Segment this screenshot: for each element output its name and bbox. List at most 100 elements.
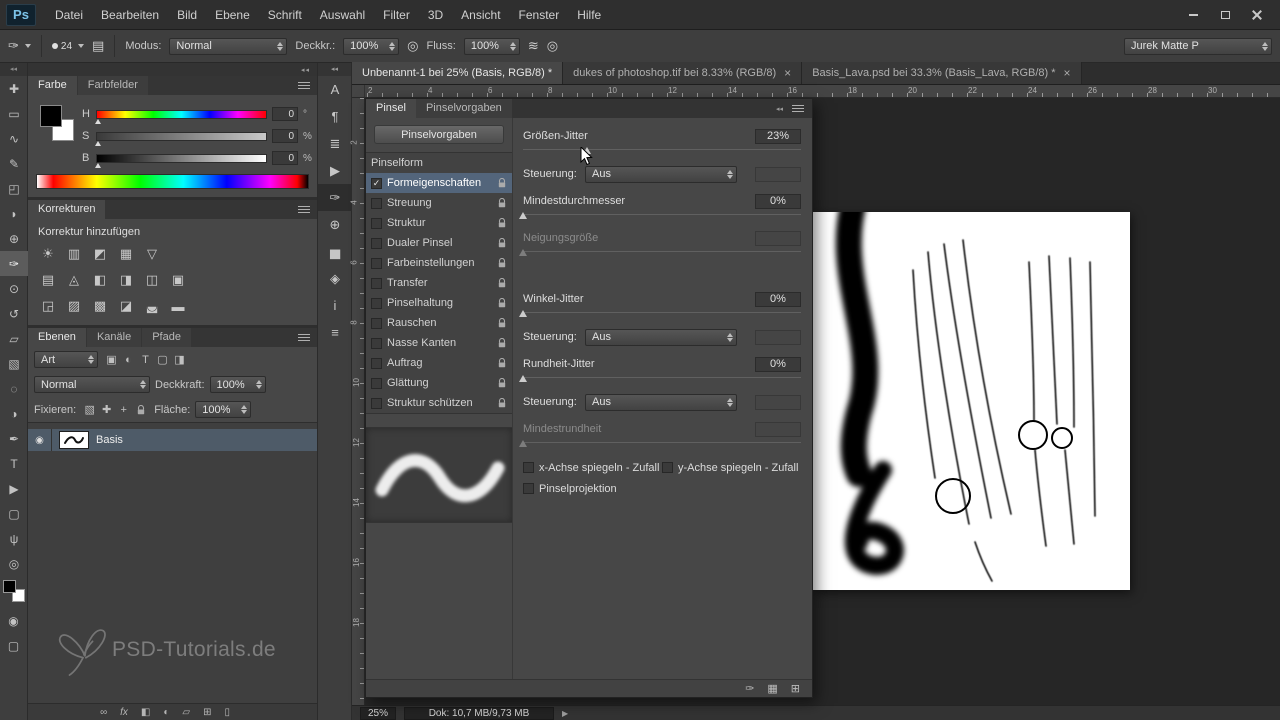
ruler-h[interactable]: 2 4 6 8 10 12 14 16 18 20 22 24 26 28 30: [352, 85, 1280, 98]
pen-tool[interactable]: ✒: [0, 426, 28, 451]
filter-smart-objects-icon[interactable]: ◨: [171, 352, 188, 368]
checkbox-y-achse-spiegeln-zufall[interactable]: [662, 462, 673, 473]
checkbox-x-achse-spiegeln-zufall[interactable]: [523, 462, 534, 473]
param-value-mindestdurchmesser[interactable]: 0%: [755, 193, 801, 209]
lock-icon[interactable]: [498, 378, 506, 388]
brush-list-item-pinselhaltung[interactable]: Pinselhaltung: [366, 293, 512, 313]
mode-select[interactable]: Normal: [169, 37, 288, 55]
param-value-winkel-jitter[interactable]: 0%: [755, 291, 801, 307]
ruler-v[interactable]: 2 4 6 8 10 12 14 16 18: [350, 98, 365, 705]
tablet-size-icon[interactable]: ◎: [547, 38, 558, 54]
checkbox-struktur[interactable]: [371, 217, 382, 229]
layer-visibility-toggle[interactable]: ◉: [28, 429, 52, 451]
brush-stroke-preview-icon[interactable]: ✑: [745, 682, 754, 695]
properties-panel-icon[interactable]: ≡: [318, 319, 352, 346]
brush-list-item-pinselform[interactable]: Pinselform: [366, 153, 512, 173]
tool-preset-picker[interactable]: ✑: [8, 38, 31, 54]
lock-icon[interactable]: [498, 218, 506, 228]
opacity-select[interactable]: 100%: [343, 37, 400, 55]
param-value-größen-jitter[interactable]: 23%: [755, 128, 801, 144]
channel-mixer-icon[interactable]: ◫: [140, 269, 164, 291]
layer-fill-select[interactable]: 100%: [195, 401, 252, 418]
slider-thumb[interactable]: [519, 249, 527, 256]
brush-list-item-transfer[interactable]: Transfer: [366, 273, 512, 293]
tab-korrekturen[interactable]: Korrekturen: [28, 200, 106, 219]
character-styles-panel-icon[interactable]: ≣: [318, 130, 352, 157]
tab-farbe[interactable]: Farbe: [28, 76, 77, 95]
document-tab-2[interactable]: dukes of photoshop.tif bei 8.33% (RGB/8)…: [563, 62, 803, 84]
new-brush-icon[interactable]: ⊞: [791, 682, 800, 695]
delete-layer-icon[interactable]: ▯: [225, 707, 231, 718]
checkbox-farbeinstellungen[interactable]: [371, 257, 382, 269]
color-slider-track[interactable]: [95, 131, 267, 146]
vibrance-icon[interactable]: ▽: [140, 243, 164, 265]
checkbox-dualer-pinsel[interactable]: [371, 237, 382, 249]
black-white-icon[interactable]: ◧: [88, 269, 112, 291]
status-expand-icon[interactable]: ▶: [562, 709, 568, 718]
checkbox-glättung[interactable]: [371, 377, 382, 389]
param-value-neigungsgröße[interactable]: [755, 230, 801, 246]
menu-item-fenster[interactable]: Fenster: [510, 0, 569, 30]
layer-thumbnail[interactable]: [59, 431, 89, 449]
brush-panel-icon[interactable]: ✑: [318, 184, 352, 211]
panel-menu-icon[interactable]: [298, 334, 310, 342]
slider-thumb[interactable]: [519, 310, 527, 317]
gradient-map-icon[interactable]: ◪: [114, 295, 138, 317]
screen-mode-button[interactable]: ▢: [0, 633, 28, 658]
slider-neigungsgröße[interactable]: [519, 246, 801, 259]
menu-item-ansicht[interactable]: Ansicht: [452, 0, 509, 30]
menu-item-3d[interactable]: 3D: [419, 0, 452, 30]
tab-close-icon[interactable]: ×: [784, 66, 791, 80]
slider-thumb[interactable]: [519, 440, 527, 447]
tablet-opacity-icon[interactable]: ◎: [407, 38, 418, 54]
eyedropper-tool[interactable]: ◗: [0, 201, 28, 226]
slider-thumb[interactable]: [519, 212, 527, 219]
lock-icon[interactable]: [498, 298, 506, 308]
lock-icon[interactable]: [498, 398, 506, 408]
menu-item-bearbeiten[interactable]: Bearbeiten: [92, 0, 168, 30]
layer-row-basis[interactable]: ◉ Basis: [28, 429, 317, 451]
tab-farbfelder[interactable]: Farbfelder: [77, 76, 148, 95]
checkbox-pinselprojektion[interactable]: [523, 483, 534, 494]
brush-list-item-glättung[interactable]: Glättung: [366, 373, 512, 393]
threshold-icon[interactable]: ▩: [88, 295, 112, 317]
tab-ebenen[interactable]: Ebenen: [28, 328, 86, 347]
tab-pfade[interactable]: Pfade: [142, 328, 191, 347]
lock-position-icon[interactable]: +: [115, 402, 132, 418]
hue-saturation-icon[interactable]: ▤: [36, 269, 60, 291]
param-value-mindestrundheit[interactable]: [755, 421, 801, 437]
checkbox-nasse-kanten[interactable]: [371, 337, 382, 349]
flow-select[interactable]: 100%: [463, 37, 520, 55]
layer-style-icon[interactable]: fx: [120, 707, 128, 718]
workspace-select[interactable]: Jurek Matte P: [1124, 37, 1272, 55]
lock-all-icon[interactable]: [132, 402, 149, 418]
dodge-tool[interactable]: ◑: [0, 401, 28, 426]
healing-brush-tool[interactable]: ⊕: [0, 226, 28, 251]
crop-tool[interactable]: ◰: [0, 176, 28, 201]
checkbox-rauschen[interactable]: [371, 317, 382, 329]
layer-mask-icon[interactable]: ◧: [141, 707, 150, 718]
steuerung-select[interactable]: Aus: [585, 393, 737, 411]
param-value-rundheit-jitter[interactable]: 0%: [755, 356, 801, 372]
quick-mask-button[interactable]: ◉: [0, 608, 28, 633]
blur-tool[interactable]: ◌: [0, 376, 28, 401]
menu-item-bild[interactable]: Bild: [168, 0, 206, 30]
checkbox-struktur-schützen[interactable]: [371, 397, 382, 409]
color-balance-icon[interactable]: ◬: [62, 269, 86, 291]
menu-item-auswahl[interactable]: Auswahl: [311, 0, 374, 30]
lock-icon[interactable]: [498, 358, 506, 368]
ruler-corner[interactable]: [352, 85, 365, 98]
panel-menu-icon[interactable]: [298, 206, 310, 214]
tab-pinsel[interactable]: Pinsel: [366, 99, 416, 118]
slider-mindestrundheit[interactable]: [519, 437, 801, 450]
panel-menu-icon[interactable]: [298, 82, 310, 90]
paragraph-panel-icon[interactable]: ¶: [318, 103, 352, 130]
brush-presets-button[interactable]: Pinselvorgaben: [374, 125, 504, 144]
marquee-tool[interactable]: ▭: [0, 101, 28, 126]
filter-type-layers-icon[interactable]: T: [137, 352, 154, 368]
history-brush-tool[interactable]: ↺: [0, 301, 28, 326]
levels-icon[interactable]: ▥: [62, 243, 86, 265]
brush-list-item-farbeinstellungen[interactable]: Farbeinstellungen: [366, 253, 512, 273]
color-spectrum-bar[interactable]: [36, 174, 309, 189]
zoom-tool[interactable]: ◎: [0, 551, 28, 576]
